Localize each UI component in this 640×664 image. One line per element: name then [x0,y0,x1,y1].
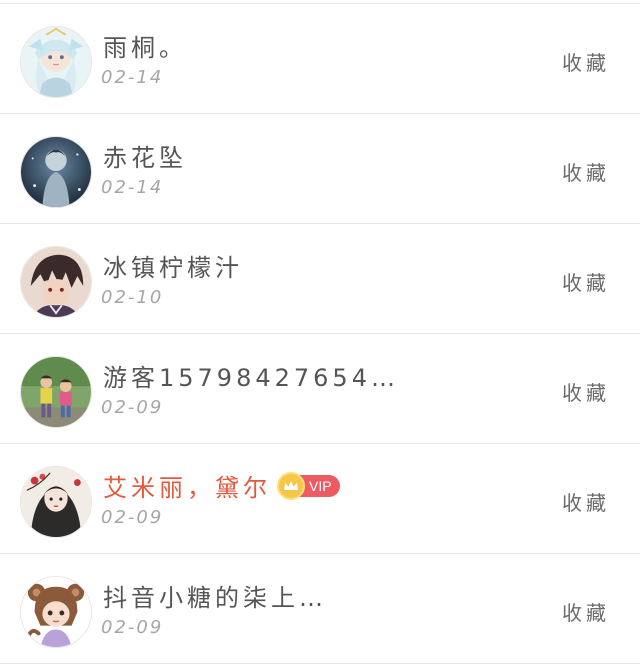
user-name-text: 艾米丽，黛尔 [103,474,271,502]
anime-girl-avatar-icon [21,27,91,97]
user-name: 艾米丽，黛尔 VIP [103,472,340,503]
list-item[interactable]: 赤花坠 02-14 收藏 [0,114,640,224]
user-name: 赤花坠 [103,144,187,172]
list-item[interactable]: 雨桐。 02-14 收藏 [0,4,640,114]
avatar[interactable] [20,356,92,428]
bear-girl-avatar-icon [21,577,91,647]
ink-art-avatar-icon [21,467,91,537]
item-date: 02-10 [101,287,164,308]
item-date: 02-14 [101,67,164,88]
user-name: 冰镇柠檬汁 [103,254,243,282]
vip-badge[interactable]: VIP [277,472,340,500]
list-item[interactable]: 抖音小糖的柒上… 02-09 收藏 [0,554,640,664]
list-item[interactable]: 冰镇柠檬汁 02-10 收藏 [0,224,640,334]
crown-icon [277,472,305,500]
favorites-list: 雨桐。 02-14 收藏 赤花坠 02-14 收藏 冰镇柠檬汁 02-10 收藏… [0,4,640,664]
dark-figure-avatar-icon [21,137,91,207]
favorite-button[interactable]: 收藏 [562,600,610,626]
favorite-button[interactable]: 收藏 [562,50,610,76]
item-date: 02-09 [101,397,164,418]
favorite-button[interactable]: 收藏 [562,270,610,296]
favorite-button[interactable]: 收藏 [562,490,610,516]
list-item[interactable]: 游客15798427654… 02-09 收藏 [0,334,640,444]
avatar[interactable] [20,26,92,98]
user-name: 游客15798427654… [103,364,399,392]
list-item[interactable]: 艾米丽，黛尔 VIP 02-09 收藏 [0,444,640,554]
favorite-button[interactable]: 收藏 [562,160,610,186]
item-date: 02-09 [101,617,164,638]
avatar[interactable] [20,246,92,318]
item-date: 02-14 [101,177,164,198]
anime-boy-avatar-icon [21,247,91,317]
user-name: 雨桐。 [103,34,187,62]
favorite-button[interactable]: 收藏 [562,380,610,406]
avatar[interactable] [20,576,92,648]
item-date: 02-09 [101,507,164,528]
children-photo-avatar-icon [21,357,91,427]
avatar[interactable] [20,466,92,538]
avatar[interactable] [20,136,92,208]
user-name: 抖音小糖的柒上… [103,584,327,612]
